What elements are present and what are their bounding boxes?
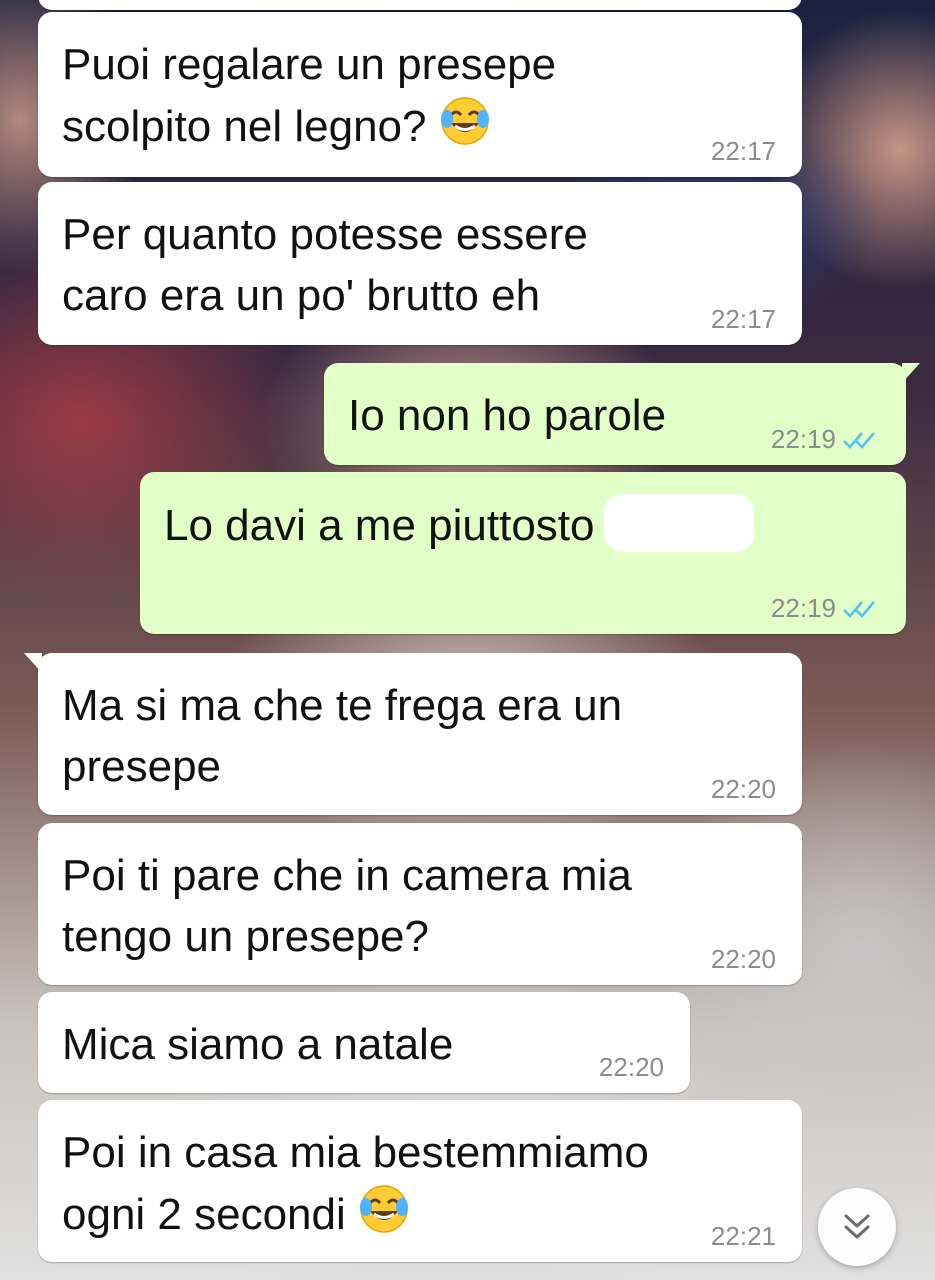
- message-time: 22:17: [710, 304, 776, 334]
- message-meta: 22:17: [711, 136, 776, 167]
- message-text: Lo davi a me piuttosto: [164, 494, 882, 556]
- message-bubble-incoming[interactable]: Poi ti pare che in camera mia tengo un p…: [38, 823, 802, 985]
- message-text: Poi in casa mia bestemmiamo ogni 2 secon…: [62, 1128, 649, 1239]
- message-bubble-outgoing[interactable]: Lo davi a me piuttosto 22:19: [140, 472, 906, 634]
- previous-message-edge: [38, 0, 802, 10]
- message-meta: 22:20: [711, 944, 776, 975]
- scroll-to-bottom-button[interactable]: [818, 1188, 896, 1266]
- read-ticks-icon: [843, 431, 875, 449]
- message-meta: 22:20: [599, 1052, 664, 1083]
- redacted-area: [604, 494, 755, 552]
- message-time: 22:17: [710, 136, 776, 166]
- message-meta: 22:20: [711, 774, 776, 805]
- message-time: 22:21: [710, 1221, 776, 1251]
- read-ticks-icon: [843, 600, 875, 618]
- message-time: 22:20: [710, 774, 776, 804]
- message-bubble-outgoing[interactable]: Io non ho parole 22:19: [324, 363, 920, 465]
- message-time: 22:20: [710, 944, 776, 974]
- message-text: Ma si ma che te frega era un presepe: [62, 681, 623, 791]
- message-text: Puoi regalare un presepe scolpito nel le…: [62, 40, 557, 151]
- tears-of-joy-emoji-icon: [360, 1185, 408, 1233]
- message-text: Poi ti pare che in camera mia tengo un p…: [62, 851, 632, 961]
- message-bubble-incoming[interactable]: Puoi regalare un presepe scolpito nel le…: [38, 12, 802, 177]
- message-time: 22:19: [770, 593, 836, 623]
- message-text: Mica siamo a natale: [62, 1020, 454, 1069]
- message-meta: 22:19: [771, 424, 880, 455]
- message-text: Per quanto potesse essere caro era un po…: [62, 210, 588, 320]
- double-chevron-down-icon: [844, 1214, 870, 1239]
- message-time: 22:19: [770, 424, 836, 454]
- message-meta: 22:17: [711, 304, 776, 335]
- tears-of-joy-emoji-icon: [440, 97, 489, 145]
- message-meta: 22:21: [711, 1221, 776, 1252]
- bubble-tail: [24, 653, 42, 673]
- message-bubble-incoming[interactable]: Poi in casa mia bestemmiamo ogni 2 secon…: [38, 1100, 802, 1262]
- message-meta: 22:19: [771, 593, 880, 624]
- message-bubble-incoming[interactable]: Ma si ma che te frega era un presepe 22:…: [24, 653, 802, 815]
- message-bubble-incoming[interactable]: Per quanto potesse essere caro era un po…: [38, 182, 802, 345]
- bubble-tail: [902, 363, 920, 383]
- message-bubble-incoming[interactable]: Mica siamo a natale 22:20: [38, 992, 690, 1093]
- message-time: 22:20: [598, 1052, 664, 1082]
